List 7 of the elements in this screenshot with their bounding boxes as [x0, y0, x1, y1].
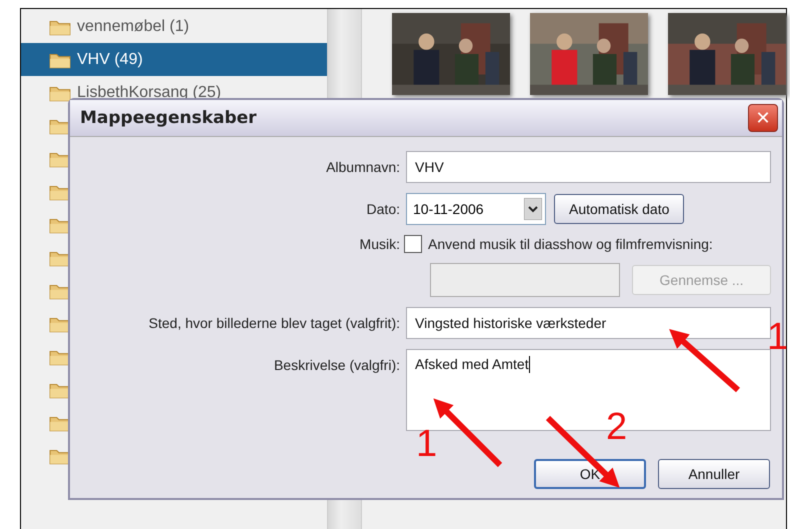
checkbox-label: Anvend musik til diasshow og filmfremvisning:	[428, 236, 713, 252]
window-title: Mappeegenskaber	[80, 108, 257, 128]
field-label: Musik:	[358, 236, 400, 252]
field-label: Dato:	[366, 201, 400, 217]
field-label: Sted, hvor billederne blev taget (valgfrit):	[148, 315, 400, 331]
field-label: Beskrivelse (valgfri):	[272, 356, 400, 373]
field-label: Albumnavn:	[325, 159, 400, 175]
